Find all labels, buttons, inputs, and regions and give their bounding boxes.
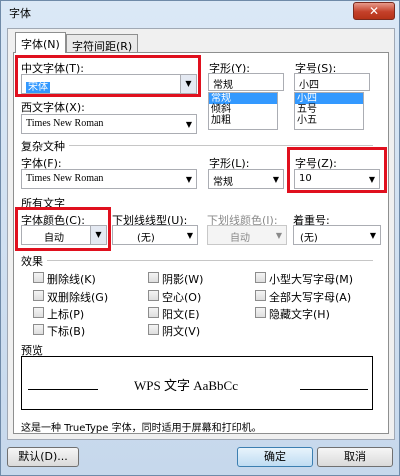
tab-font[interactable]: 字体(N)	[15, 32, 66, 53]
cancel-button[interactable]: 取消	[317, 447, 393, 467]
preview-box: WPS 文字 AaBbCc	[21, 356, 373, 410]
font-size-list[interactable]: 小四 五号 小五	[294, 92, 364, 130]
small-caps-label: 小型大写字母(M)	[269, 273, 354, 286]
western-font-value: Times New Roman	[26, 118, 104, 129]
chevron-down-icon[interactable]: ▼	[369, 175, 375, 184]
engrave-checkbox[interactable]	[148, 324, 159, 335]
complex-size-combo[interactable]: 10 ▼	[294, 169, 380, 189]
window-title: 字体	[9, 7, 31, 20]
chevron-down-icon[interactable]: ▼	[186, 175, 192, 184]
chevron-down-icon: ▼	[275, 231, 282, 240]
list-item[interactable]: 小四	[295, 93, 363, 104]
close-button[interactable]: ✕	[353, 2, 395, 20]
complex-size-value: 10	[299, 173, 312, 184]
emboss-checkbox[interactable]	[148, 307, 159, 318]
chevron-down-icon[interactable]: ▼	[90, 226, 106, 244]
superscript-label: 上标(P)	[47, 308, 85, 321]
double-strikethrough-checkbox[interactable]	[33, 290, 44, 301]
font-style-list[interactable]: 常规 倾斜 加粗	[208, 92, 278, 130]
list-item[interactable]: 加粗	[209, 115, 277, 126]
underline-color-value: 自动	[230, 233, 250, 244]
list-item[interactable]: 五号	[295, 104, 363, 115]
separator	[47, 260, 373, 261]
ok-button[interactable]: 确定	[237, 447, 313, 467]
chevron-down-icon[interactable]: ▼	[187, 231, 193, 240]
title-bar: 字体 ✕	[1, 1, 399, 23]
underline-style-value: (无)	[137, 233, 155, 244]
font-description: 这是一种 TrueType 字体，同时适用于屏幕和打印机。	[21, 423, 262, 434]
tab-character-spacing[interactable]: 字符间距(R)	[66, 34, 139, 53]
subscript-checkbox[interactable]	[33, 324, 44, 335]
outline-checkbox[interactable]	[148, 290, 159, 301]
effects-section-label: 效果	[21, 255, 43, 268]
list-item[interactable]: 倾斜	[209, 104, 277, 115]
font-color-combo[interactable]: 自动 ▼	[21, 225, 107, 245]
chevron-down-icon[interactable]: ▼	[370, 231, 376, 240]
double-strikethrough-label: 双删除线(G)	[47, 291, 109, 304]
default-button[interactable]: 默认(D)...	[7, 447, 79, 467]
font-style-input[interactable]: 常规	[208, 73, 284, 91]
shadow-checkbox[interactable]	[148, 272, 159, 283]
strikethrough-label: 删除线(K)	[47, 273, 96, 286]
complex-style-combo[interactable]: 常规 ▼	[208, 169, 284, 189]
preview-baseline-left	[28, 389, 98, 390]
emphasis-combo[interactable]: (无) ▼	[293, 225, 381, 245]
list-item[interactable]: 小五	[295, 115, 363, 126]
complex-font-value: Times New Roman	[26, 173, 104, 184]
western-font-combo[interactable]: Times New Roman ▼	[21, 114, 197, 134]
chevron-down-icon[interactable]: ▼	[273, 175, 279, 184]
hidden-text-checkbox[interactable]	[255, 307, 266, 318]
all-caps-checkbox[interactable]	[255, 290, 266, 301]
complex-style-value: 常规	[213, 177, 233, 188]
chevron-down-icon[interactable]: ▼	[186, 120, 192, 129]
font-dialog: 字体 ✕ 字体(N) 字符间距(R) 中文字体(T): 宋体 ▼ 字形(Y): …	[0, 0, 400, 476]
underline-style-combo[interactable]: (无) ▼	[112, 225, 198, 245]
hidden-text-label: 隐藏文字(H)	[269, 308, 330, 321]
underline-color-combo: 自动 ▼	[207, 225, 287, 245]
outline-label: 空心(O)	[162, 291, 202, 304]
superscript-checkbox[interactable]	[33, 307, 44, 318]
emphasis-value: (无)	[300, 233, 318, 244]
engrave-label: 阴文(V)	[162, 325, 201, 338]
complex-section-label: 复杂文种	[21, 140, 65, 153]
western-font-label: 西文字体(X):	[21, 101, 85, 114]
font-color-value: 自动	[44, 233, 64, 244]
chevron-down-icon[interactable]: ▼	[180, 75, 196, 93]
all-caps-label: 全部大写字母(A)	[269, 291, 352, 304]
chinese-font-combo[interactable]: 宋体 ▼	[21, 74, 197, 94]
preview-baseline-right	[300, 389, 368, 390]
font-size-input[interactable]: 小四	[294, 73, 370, 91]
small-caps-checkbox[interactable]	[255, 272, 266, 283]
emboss-label: 阳文(E)	[162, 308, 200, 321]
chinese-font-value: 宋体	[26, 82, 50, 93]
close-icon: ✕	[368, 4, 380, 18]
separator	[69, 145, 373, 146]
list-item[interactable]: 常规	[209, 93, 277, 104]
strikethrough-checkbox[interactable]	[33, 272, 44, 283]
subscript-label: 下标(B)	[47, 325, 86, 338]
preview-sample-text: WPS 文字 AaBbCc	[134, 378, 239, 393]
complex-font-combo[interactable]: Times New Roman ▼	[21, 169, 197, 189]
shadow-label: 阴影(W)	[162, 273, 204, 286]
